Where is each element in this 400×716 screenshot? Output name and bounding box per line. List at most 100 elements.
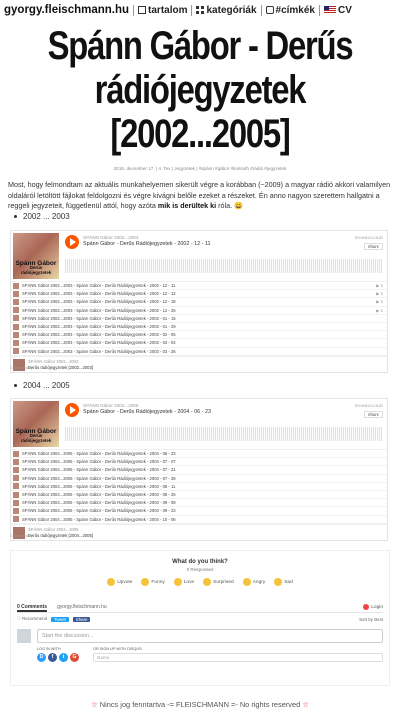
- track-row[interactable]: SPÁNN Gábor 2004...2005 - Spánn Gábor - …: [11, 491, 387, 500]
- reaction-upvote[interactable]: Upvote: [107, 578, 132, 586]
- play-button[interactable]: [65, 235, 79, 249]
- nav-link-kategoriak[interactable]: kategóriák: [196, 5, 257, 16]
- share-button[interactable]: Share: [363, 411, 383, 418]
- track-row[interactable]: SPÁNN Gábor 2004...2005 - Spánn Gábor - …: [11, 483, 387, 491]
- disqus-login-icon[interactable]: D: [37, 653, 46, 662]
- reaction-label: Sad: [284, 579, 293, 585]
- comment-tabs: 0 Comments gyorgy.fleischmann.hu: [17, 604, 383, 613]
- track-row[interactable]: SPÁNN Gábor 2002...2003 - Spánn Gábor - …: [11, 298, 387, 307]
- soundcloud-player: Spánn Gábor Derűs rádiójegyzetek SPÁNN G…: [10, 230, 388, 373]
- track-row-label: SPÁNN Gábor 2002...2003 - Spánn Gábor - …: [22, 348, 176, 354]
- login-button[interactable]: Login: [363, 604, 383, 610]
- login-label: Login: [371, 604, 383, 610]
- reaction-love[interactable]: Love: [173, 578, 195, 586]
- track-thumb: [13, 483, 19, 490]
- track-row[interactable]: SPÁNN Gábor 2004...2005 - Spánn Gábor - …: [11, 458, 387, 467]
- waveform[interactable]: [65, 427, 383, 441]
- reaction-angry[interactable]: Angry: [242, 578, 266, 586]
- track-thumb: [13, 298, 19, 305]
- track-row-label: SPÁNN Gábor 2004...2005 - Spánn Gábor - …: [22, 459, 176, 465]
- nav-link-tartalom[interactable]: tartalom: [138, 5, 187, 16]
- track-row[interactable]: SPÁNN Gábor 2002...2003 - Spánn Gábor - …: [11, 315, 387, 323]
- track-row[interactable]: SPÁNN Gábor 2004...2005 - Spánn Gábor - …: [11, 516, 387, 524]
- playlist-title[interactable]: Derűs rádiójegyzetek [2002...2003]: [28, 365, 93, 370]
- track-row-label: SPÁNN Gábor 2002...2003 - Spánn Gábor - …: [22, 340, 176, 346]
- track-row[interactable]: SPÁNN Gábor 2004...2005 - Spánn Gábor - …: [11, 466, 387, 475]
- intro-link[interactable]: mik is derültek ki: [158, 201, 216, 210]
- playlist-title[interactable]: Derűs rádiójegyzetek [2004...2005]: [28, 533, 93, 538]
- track-thumb: [13, 499, 19, 506]
- funny-emoji-icon: [141, 578, 150, 586]
- track-row-label: SPÁNN Gábor 2002...2003 - Spánn Gábor - …: [22, 307, 176, 313]
- track-title[interactable]: Spánn Gábor - Derűs Rádiójegyzetek - 200…: [83, 409, 211, 415]
- sort-dropdown[interactable]: Sort by Best: [359, 617, 383, 622]
- top-nav: gyorgy.fleischmann.hu tartalom kategóriá…: [4, 2, 396, 18]
- track-list: SPÁNN Gábor 2004...2005 - Spánn Gábor - …: [11, 449, 387, 524]
- track-thumb: [13, 450, 19, 457]
- playlist-user-label[interactable]: SPÁNN Gábor 2004...2005: [28, 527, 79, 532]
- recommend-label: Recommend: [22, 616, 48, 621]
- google-login-icon[interactable]: G: [70, 653, 79, 662]
- recommend-button[interactable]: ♡ Recommend: [17, 616, 47, 622]
- cookie-policy-link[interactable]: Cookie policy: [10, 366, 33, 370]
- nav-link-label: CV: [338, 4, 352, 16]
- track-row-label: SPÁNN Gábor 2004...2005 - Spánn Gábor - …: [22, 467, 176, 473]
- facebook-login-icon[interactable]: f: [48, 653, 57, 662]
- waveform[interactable]: [65, 259, 383, 273]
- track-row[interactable]: SPÁNN Gábor 2002...2003 - Spánn Gábor - …: [11, 348, 387, 356]
- soundcloud-logo[interactable]: SOUNDCLOUD: [355, 403, 383, 408]
- track-row[interactable]: SPÁNN Gábor 2002...2003 - Spánn Gábor - …: [11, 282, 387, 291]
- reaction-sad[interactable]: Sad: [274, 578, 293, 586]
- comment-input[interactable]: Start the discussion...: [37, 629, 383, 643]
- play-button[interactable]: [65, 403, 79, 417]
- nav-link-cv[interactable]: CV: [324, 5, 352, 16]
- name-input[interactable]: Name: [93, 653, 383, 662]
- angry-emoji-icon: [242, 578, 251, 586]
- contents-icon: [138, 6, 147, 14]
- surprised-emoji-icon: [203, 578, 212, 586]
- track-title[interactable]: Spánn Gábor - Derűs Rádiójegyzetek - 200…: [83, 241, 211, 247]
- reaction-label: Funny: [151, 579, 165, 585]
- player-footer: SPÁNN Gábor 2004...2005 Derűs rádiójegyz…: [11, 523, 387, 540]
- track-thumb: [13, 315, 19, 322]
- twitter-login-icon[interactable]: t: [59, 653, 68, 662]
- track-row[interactable]: SPÁNN Gábor 2002...2003 - Spánn Gábor - …: [11, 339, 387, 348]
- track-row[interactable]: SPÁNN Gábor 2004...2005 - Spánn Gábor - …: [11, 507, 387, 516]
- cookie-policy-link[interactable]: Cookie policy: [10, 534, 33, 538]
- playlist-user-label[interactable]: SPÁNN Gábor 2002...2003: [28, 359, 79, 364]
- track-row[interactable]: SPÁNN Gábor 2004...2005 - Spánn Gábor - …: [11, 475, 387, 483]
- track-row[interactable]: SPÁNN Gábor 2002...2003 - Spánn Gábor - …: [11, 290, 387, 299]
- track-row[interactable]: SPÁNN Gábor 2002...2003 - Spánn Gábor - …: [11, 323, 387, 332]
- track-row[interactable]: SPÁNN Gábor 2002...2003 - Spánn Gábor - …: [11, 307, 387, 315]
- play-count-icon: ▶ 1: [376, 283, 383, 289]
- track-row[interactable]: SPÁNN Gábor 2004...2005 - Spánn Gábor - …: [11, 450, 387, 459]
- tab-community[interactable]: gyorgy.fleischmann.hu: [57, 604, 107, 612]
- track-thumb: [13, 339, 19, 346]
- signup-label: OR SIGN UP WITH DISQUS: [93, 647, 142, 651]
- track-row[interactable]: SPÁNN Gábor 2002...2003 - Spánn Gábor - …: [11, 331, 387, 340]
- track-row-label: SPÁNN Gábor 2002...2003 - Spánn Gábor - …: [22, 299, 176, 305]
- track-row-label: SPÁNN Gábor 2002...2003 - Spánn Gábor - …: [22, 291, 176, 297]
- tab-comments[interactable]: 0 Comments: [17, 604, 48, 612]
- list-item: 2004 ... 2005: [14, 381, 70, 390]
- track-thumb: [13, 323, 19, 330]
- playlist-user[interactable]: SPÁNN Gábor 2004...2005: [83, 403, 138, 408]
- sad-emoji-icon: [274, 578, 283, 586]
- reaction-label: Angry: [252, 579, 266, 585]
- categories-icon: [196, 6, 205, 14]
- soundcloud-logo[interactable]: SOUNDCLOUD: [355, 235, 383, 240]
- track-row-label: SPÁNN Gábor 2004...2005 - Spánn Gábor - …: [22, 508, 176, 514]
- share-button[interactable]: Share: [363, 243, 383, 250]
- site-brand-link[interactable]: gyorgy.fleischmann.hu: [4, 4, 129, 16]
- playlist-user[interactable]: SPÁNN Gábor 2002...2003: [83, 235, 138, 240]
- nav-link-cimkek[interactable]: #címkék: [265, 5, 315, 16]
- tweet-button[interactable]: Tweet: [51, 616, 69, 622]
- reaction-surprised[interactable]: Surprised: [203, 578, 234, 586]
- track-row[interactable]: SPÁNN Gábor 2004...2005 - Spánn Gábor - …: [11, 499, 387, 508]
- soundcloud-player: Spánn Gábor Derűs rádiójegyzetek SPÁNN G…: [10, 398, 388, 541]
- facebook-share-button[interactable]: Share: [72, 616, 91, 622]
- star-icon: ☆: [91, 700, 98, 709]
- reaction-funny[interactable]: Funny: [141, 578, 165, 586]
- reaction-label: Love: [183, 579, 195, 585]
- album-art-subtitle: Derűs rádiójegyzetek: [20, 433, 52, 443]
